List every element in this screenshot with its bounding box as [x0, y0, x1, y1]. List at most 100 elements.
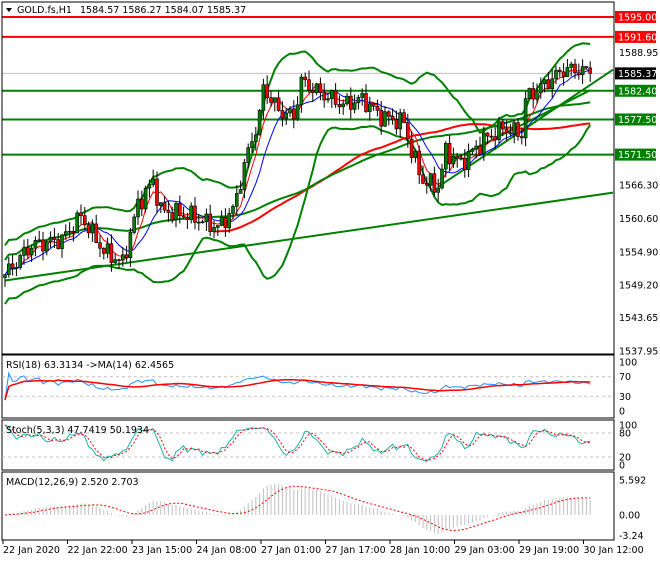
rsi-tick: 30 [619, 392, 631, 403]
time-label: 29 Jan 19:00 [519, 545, 579, 556]
candle [64, 231, 68, 236]
candle [440, 168, 444, 189]
candle [52, 236, 57, 240]
candle [580, 66, 585, 76]
price-tick: 1560.60 [619, 214, 658, 225]
candle [44, 241, 49, 252]
candle [83, 215, 87, 225]
price-tick: 1566.30 [619, 181, 658, 192]
candle [576, 72, 581, 76]
candle [60, 234, 64, 250]
price-tick: 1549.20 [619, 281, 658, 292]
rsi-tick: 0 [619, 407, 625, 418]
candle [204, 213, 209, 223]
time-label: 27 Jan 17:00 [326, 545, 386, 556]
candle [345, 95, 349, 105]
ohlc-label: 1584.57 1586.27 1584.07 1585.37 [80, 5, 246, 16]
candle [25, 247, 30, 256]
candle [405, 122, 410, 140]
level-badge-label: 1577.50 [618, 115, 657, 126]
candle [10, 263, 15, 269]
candle [117, 259, 121, 261]
macd-tick: -3.24 [619, 531, 644, 542]
candle [379, 110, 384, 127]
candle [250, 141, 254, 148]
candle [37, 239, 42, 242]
candle [254, 134, 258, 142]
candle [284, 112, 289, 119]
candle [22, 247, 26, 256]
candle [102, 247, 106, 254]
candle [447, 143, 452, 165]
candle [303, 76, 308, 81]
time-label: 29 Jan 03:00 [455, 545, 515, 556]
candle [398, 112, 403, 130]
stoch-tick: 80 [619, 429, 631, 440]
candle [128, 232, 133, 258]
candle [584, 66, 589, 69]
time-label: 24 Jan 08:00 [197, 545, 257, 556]
candle [329, 90, 334, 99]
candle [424, 183, 429, 186]
candle [451, 156, 456, 165]
candle [470, 148, 475, 152]
candle [375, 105, 380, 111]
candle [86, 224, 91, 234]
candle [504, 128, 509, 134]
candle [174, 203, 178, 221]
candle [200, 221, 205, 224]
candle [535, 92, 539, 100]
candle [554, 69, 558, 80]
candle [348, 95, 353, 110]
time-label: 23 Jan 15:00 [132, 545, 192, 556]
candle [364, 93, 368, 112]
candle [7, 263, 11, 275]
candle [219, 217, 224, 226]
candle [136, 198, 140, 218]
candle [159, 202, 163, 206]
candle [75, 212, 79, 234]
candle [523, 98, 528, 139]
candle [71, 230, 76, 234]
candle [235, 193, 239, 207]
candle [280, 110, 285, 119]
candle [33, 240, 38, 249]
candle [409, 138, 414, 158]
candle [462, 157, 467, 171]
level-badge-label: 1582.40 [618, 86, 657, 97]
candle [326, 98, 330, 101]
candle [295, 104, 300, 120]
candle [466, 151, 471, 171]
candle [208, 213, 212, 233]
candle [113, 259, 117, 263]
candle [185, 216, 190, 220]
candle [124, 254, 129, 258]
candle [310, 90, 315, 93]
time-label: 22 Jan 2020 [3, 545, 60, 556]
candle [265, 84, 270, 98]
candle [341, 103, 346, 108]
time-label: 27 Jan 01:00 [261, 545, 321, 556]
price-tick: 1554.90 [619, 247, 658, 258]
candle [557, 69, 562, 73]
candle [269, 97, 273, 103]
candle [29, 247, 34, 256]
candle [493, 136, 498, 141]
candle [485, 132, 490, 137]
candle [367, 103, 372, 112]
trading-chart[interactable]: 1588.95 1566.30 1560.60 1554.90 1549.20 1543.… [0, 0, 660, 560]
candle [140, 198, 144, 210]
candle [489, 135, 494, 138]
level-badge-label: 1595.00 [618, 13, 657, 24]
candle [90, 223, 95, 234]
candle [573, 63, 577, 74]
candle [390, 116, 395, 120]
candle [155, 178, 159, 206]
candle [428, 173, 433, 186]
time-label: 28 Jan 10:00 [390, 545, 450, 556]
candle [132, 216, 136, 233]
candle [371, 103, 376, 107]
candle [588, 67, 593, 74]
candle [261, 84, 266, 111]
stoch-tick: 0 [619, 461, 625, 472]
